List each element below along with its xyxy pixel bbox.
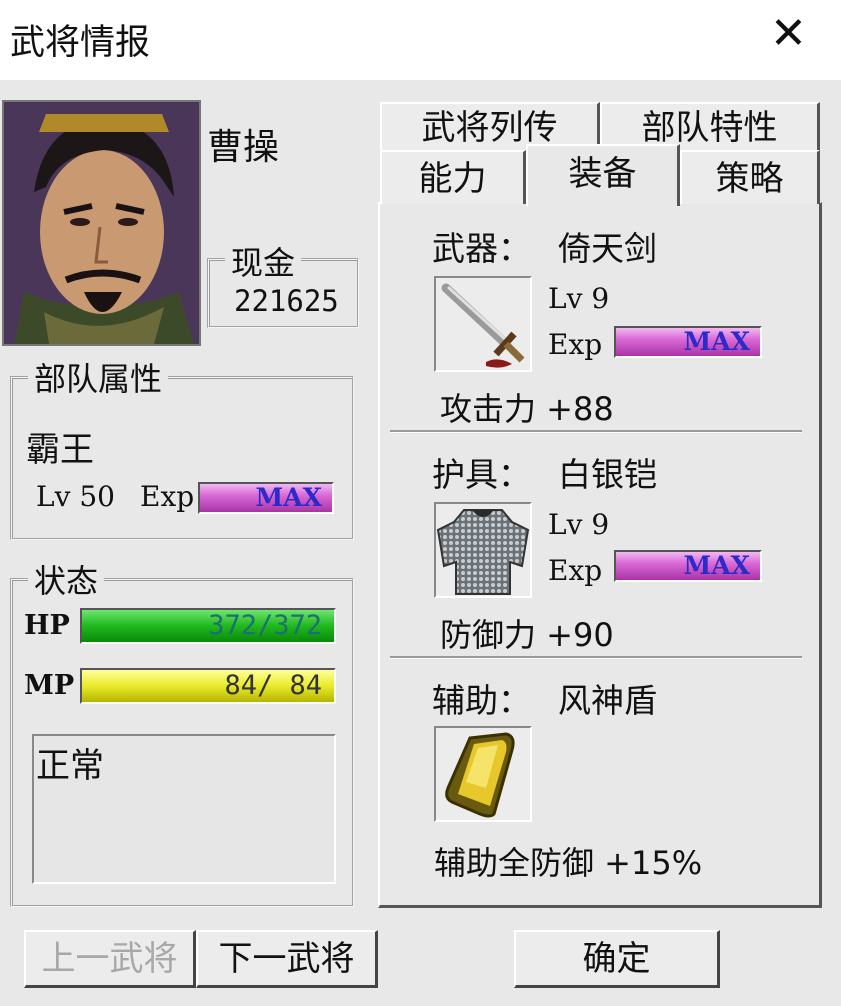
divider [390, 430, 802, 433]
armor-slot-label: 护具： [432, 455, 531, 494]
armor-exp-label: Exp [548, 554, 603, 587]
weapon-icon [434, 276, 532, 372]
accessory-icon [434, 726, 532, 822]
armor-exp-bar: MAX [614, 550, 762, 582]
hp-label: HP [24, 610, 70, 641]
general-name: 曹操 [207, 127, 280, 168]
weapon-exp-bar: MAX [614, 326, 762, 358]
status-label: 状态 [28, 556, 105, 602]
accessory-stat: 辅助全防御 +15% [434, 844, 703, 882]
troop-attribute-label: 部队属性 [28, 354, 169, 400]
money-label: 现金 [225, 238, 302, 284]
accessory-slot-label: 辅助： [432, 681, 531, 720]
ok-button[interactable]: 确定 [514, 930, 720, 988]
weapon-level: Lv 9 [548, 282, 610, 315]
armor-stat: 防御力 +90 [440, 616, 614, 654]
armor-name: 白银铠 [558, 455, 657, 494]
troop-exp-label: Exp [140, 480, 195, 513]
close-icon[interactable]: ✕ [770, 12, 807, 56]
next-general-button[interactable]: 下一武将 [196, 930, 378, 988]
armor-icon [434, 502, 532, 598]
mp-bar: 84/ 84 [80, 668, 336, 704]
weapon-slot-label: 武器： [432, 229, 531, 268]
troop-level: Lv 50 [36, 480, 115, 513]
hp-bar: 372/372 [80, 608, 336, 644]
condition-text: 正常 [36, 746, 104, 786]
prev-general-button[interactable]: 上一武将 [24, 930, 196, 988]
window-title: 武将情报 [10, 23, 151, 63]
weapon-name: 倚天剑 [558, 229, 657, 268]
mp-label: MP [24, 670, 75, 701]
troop-type: 霸王 [26, 430, 94, 470]
tab-ability[interactable]: 能力 [380, 150, 526, 204]
accessory-name: 风神盾 [558, 681, 657, 720]
weapon-exp-label: Exp [548, 328, 603, 361]
tab-equipment[interactable]: 装备 [526, 144, 680, 206]
money-value: 221625 [234, 284, 339, 318]
tab-strategy[interactable]: 策略 [680, 150, 820, 204]
troop-exp-bar: MAX [198, 482, 334, 514]
general-portrait [2, 100, 201, 346]
armor-level: Lv 9 [548, 508, 610, 541]
portrait-image [4, 102, 199, 344]
divider [390, 656, 802, 659]
weapon-stat: 攻击力 +88 [440, 390, 614, 428]
